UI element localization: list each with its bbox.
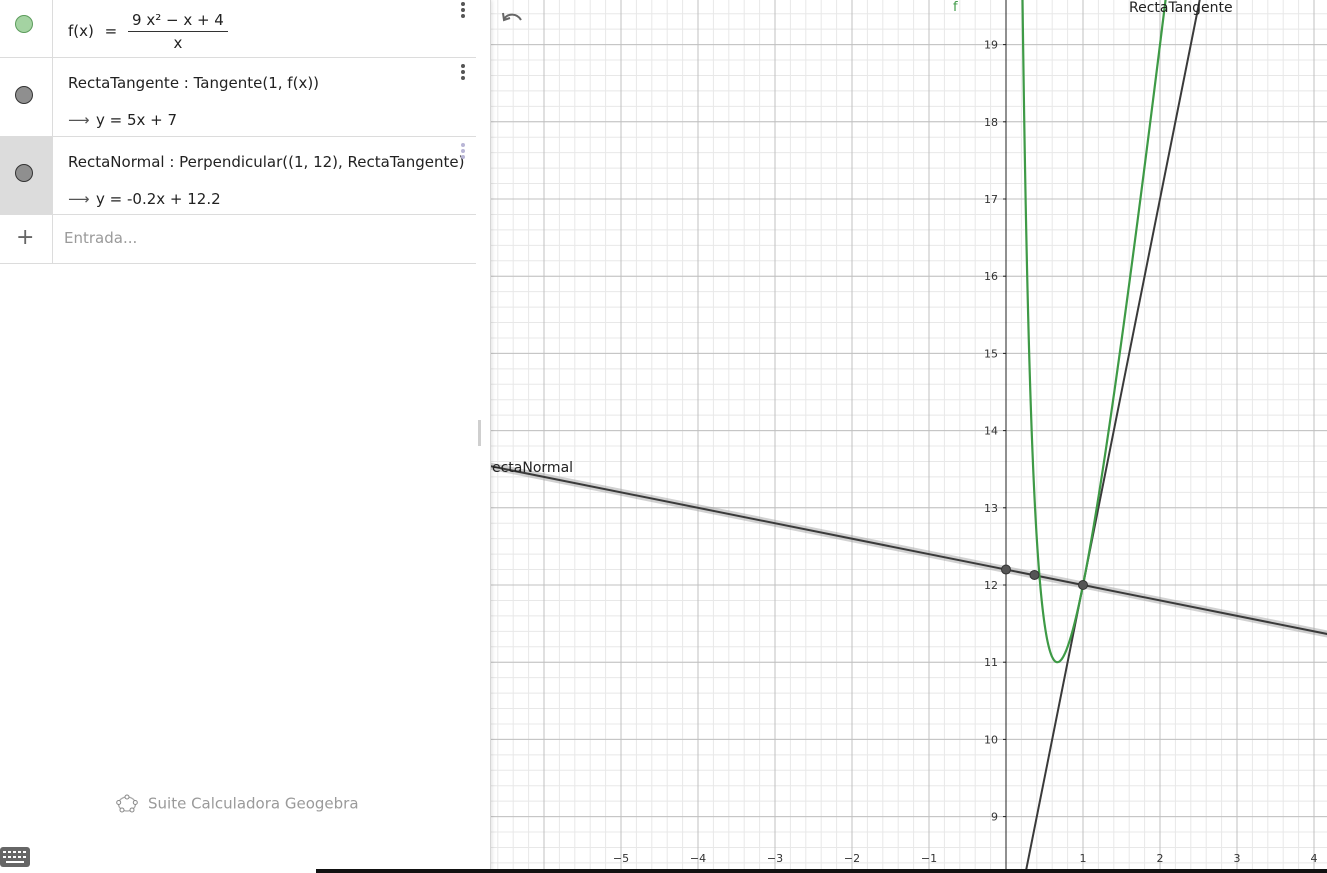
algebra-row-normal[interactable]: RectaNormal : Perpendicular((1, 12), Rec… <box>0 137 476 215</box>
graph-canvas[interactable]: −5−4−3−2−112345910111213141516171819 fRe… <box>491 0 1327 869</box>
visibility-toggle-normal[interactable] <box>15 164 33 182</box>
tangent-value: y = 5x + 7 <box>96 111 178 129</box>
more-options-icon[interactable] <box>460 2 466 22</box>
intersection-point <box>1078 580 1088 590</box>
tangent-output: ⟶ y = 5x + 7 <box>68 111 177 129</box>
y-tick-label: 17 <box>984 193 998 206</box>
graphics-view[interactable]: −5−4−3−2−112345910111213141516171819 fRe… <box>491 0 1327 869</box>
x-tick-label: −2 <box>844 852 860 865</box>
normal-value: y = -0.2x + 12.2 <box>96 190 221 208</box>
fraction-denominator: x <box>173 34 183 52</box>
algebra-row-tangent[interactable]: RectaTangente : Tangente(1, f(x)) ⟶ y = 5… <box>0 58 476 137</box>
x-tick-label: 1 <box>1080 852 1087 865</box>
geogebra-branding: Suite Calculadora Geogebra <box>116 794 359 814</box>
marble-cell <box>0 137 53 214</box>
fraction: 9 x² − x + 4 x <box>128 11 228 52</box>
marble-cell <box>0 58 53 136</box>
y-tick-label: 10 <box>984 733 998 746</box>
intersection-point <box>1029 569 1040 580</box>
more-options-icon[interactable] <box>460 143 466 163</box>
more-options-icon[interactable] <box>460 64 466 84</box>
y-tick-label: 18 <box>984 116 998 129</box>
y-tick-label: 11 <box>984 656 998 669</box>
y-tick-label: 15 <box>984 347 998 360</box>
branding-text: Suite Calculadora Geogebra <box>148 794 359 813</box>
label-tangent: RectaTangente <box>1129 0 1233 16</box>
x-tick-label: −1 <box>921 852 937 865</box>
fraction-numerator: 9 x² − x + 4 <box>128 11 228 32</box>
plus-icon[interactable]: + <box>16 227 34 249</box>
x-tick-label: 2 <box>1157 852 1164 865</box>
equals-sign: = <box>104 22 118 40</box>
algebra-row-f[interactable]: f(x) = 9 x² − x + 4 x <box>0 0 476 58</box>
y-tick-label: 16 <box>984 270 998 283</box>
visibility-toggle-tangent[interactable] <box>15 86 33 104</box>
axes <box>1003 0 1007 869</box>
curves <box>491 0 1327 869</box>
graph-labels: f RectaTangente ectaNormal <box>492 0 1233 476</box>
y-tick-label: 13 <box>984 502 998 515</box>
algebra-input[interactable]: Entrada... <box>64 229 137 247</box>
algebra-input-row[interactable]: + Entrada... <box>0 215 476 264</box>
intersection-point <box>1001 564 1011 575</box>
algebra-view: f(x) = 9 x² − x + 4 x RectaTangente : Ta… <box>0 0 491 873</box>
tangent-definition[interactable]: RectaTangente : Tangente(1, f(x)) <box>68 74 319 92</box>
geogebra-logo-icon <box>116 794 138 813</box>
tick-labels: −5−4−3−2−112345910111213141516171819 <box>613 39 1318 865</box>
keyboard-icon[interactable] <box>0 847 30 867</box>
arrow-icon: ⟶ <box>68 111 90 129</box>
normal-output: ⟶ y = -0.2x + 12.2 <box>68 190 221 208</box>
x-tick-label: −5 <box>613 852 629 865</box>
y-tick-label: 19 <box>984 39 998 52</box>
function-name: f(x) <box>68 22 94 40</box>
panel-resize-handle[interactable] <box>478 420 481 446</box>
label-normal: ectaNormal <box>492 460 573 476</box>
marble-cell <box>0 0 53 57</box>
tangent-line <box>1025 0 1201 869</box>
minor-grid <box>491 0 1327 869</box>
undo-icon[interactable] <box>500 10 524 30</box>
plus-cell: + <box>0 215 53 263</box>
bottom-bar <box>316 869 1327 873</box>
arrow-icon: ⟶ <box>68 190 90 208</box>
x-tick-label: −3 <box>767 852 783 865</box>
major-grid <box>491 0 1327 869</box>
y-tick-label: 9 <box>991 811 998 824</box>
x-tick-label: 3 <box>1234 852 1241 865</box>
y-tick-label: 14 <box>984 425 998 438</box>
x-tick-label: −4 <box>690 852 706 865</box>
function-definition[interactable]: f(x) = 9 x² − x + 4 x <box>68 11 228 52</box>
y-tick-label: 12 <box>984 579 998 592</box>
label-f: f <box>953 0 958 15</box>
normal-definition[interactable]: RectaNormal : Perpendicular((1, 12), Rec… <box>68 153 464 171</box>
function-curve <box>1021 0 1167 664</box>
visibility-toggle-f[interactable] <box>15 15 33 33</box>
x-tick-label: 4 <box>1311 852 1318 865</box>
